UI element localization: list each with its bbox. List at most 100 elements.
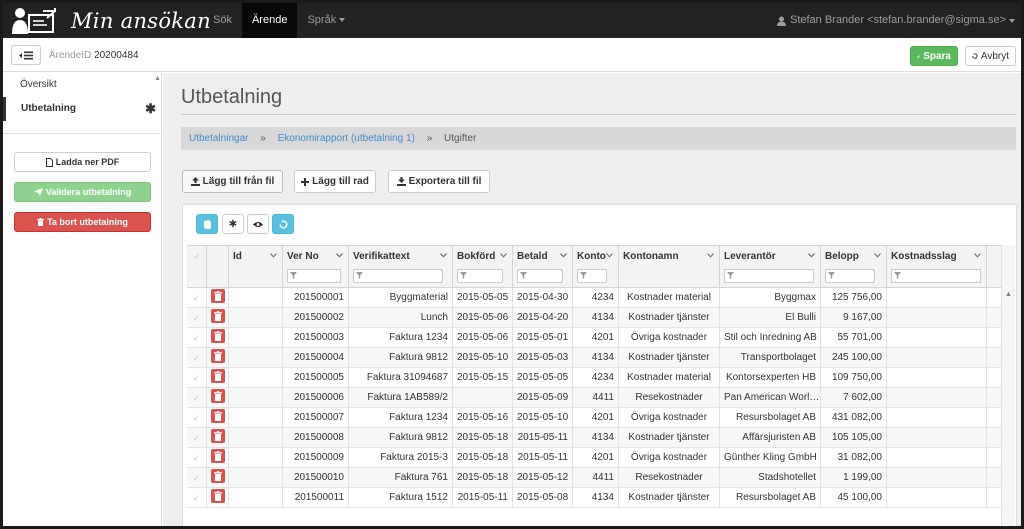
column-header-label[interactable]: Kostnadsslag — [891, 251, 957, 262]
table-cell[interactable]: Resekostnader — [619, 468, 720, 488]
table-cell[interactable]: 2015-05-10 — [453, 348, 513, 368]
table-cell[interactable]: 201500007 — [283, 408, 349, 428]
breadcrumb-link-ekonomirapport[interactable]: Ekonomirapport (utbetalning 1) — [278, 133, 415, 144]
row-checkbox[interactable]: ✓ — [187, 288, 207, 308]
column-filter-input[interactable] — [517, 269, 563, 283]
table-cell[interactable] — [229, 308, 283, 328]
chevron-down-icon[interactable] — [440, 251, 447, 260]
column-header-label[interactable]: Bokförd — [457, 251, 495, 262]
nav-sok[interactable]: Sök — [203, 3, 242, 38]
table-cell[interactable]: 431 082,00 — [821, 408, 887, 428]
table-cell[interactable]: 105 105,00 — [821, 428, 887, 448]
table-row[interactable]: ✓ 201500005 Faktura 31094687 2015-05-15 2015… — [187, 368, 1001, 388]
table-cell[interactable]: 201500006 — [283, 388, 349, 408]
table-cell[interactable]: Stil och Inredning AB — [720, 328, 821, 348]
table-cell[interactable] — [229, 408, 283, 428]
table-cell[interactable] — [229, 468, 283, 488]
table-cell[interactable]: 4234 — [573, 288, 619, 308]
table-cell[interactable] — [887, 308, 987, 328]
trash-icon[interactable] — [210, 349, 225, 364]
table-cell[interactable]: Resursbolaget AB — [720, 408, 821, 428]
table-cell[interactable]: El Bulli — [720, 308, 821, 328]
table-cell[interactable]: 201500005 — [283, 368, 349, 388]
column-filter-input[interactable] — [457, 269, 503, 283]
delete-row-button[interactable] — [207, 348, 229, 368]
row-checkbox[interactable]: ✓ — [187, 308, 207, 328]
export-to-file-button[interactable]: Exportera till fil — [388, 170, 490, 193]
column-filter-input[interactable] — [353, 269, 443, 283]
column-header-label[interactable]: Kontonamn — [623, 251, 679, 262]
table-cell[interactable]: 245 100,00 — [821, 348, 887, 368]
chevron-down-icon[interactable] — [606, 251, 613, 260]
table-row[interactable]: ✓ 201500008 Faktura 9812 2015-05-18 2015-05-… — [187, 428, 1001, 448]
sidebar-toggle-button[interactable] — [11, 45, 41, 65]
delete-row-button[interactable] — [207, 428, 229, 448]
table-cell[interactable]: Günther Kling GmbH — [720, 448, 821, 468]
table-cell[interactable]: 2015-05-03 — [513, 348, 573, 368]
row-checkbox[interactable]: ✓ — [187, 368, 207, 388]
trash-icon[interactable] — [210, 469, 225, 484]
table-cell[interactable]: 2015-05-05 — [513, 368, 573, 388]
table-cell[interactable]: 55 701,00 — [821, 328, 887, 348]
column-filter-input[interactable] — [891, 269, 981, 283]
delete-row-button[interactable] — [207, 468, 229, 488]
row-checkbox[interactable]: ✓ — [187, 388, 207, 408]
table-cell[interactable]: Övriga kostnader — [619, 328, 720, 348]
table-cell[interactable]: Resekostnader — [619, 388, 720, 408]
table-row[interactable]: ✓ 201500001 Byggmaterial 2015-05-05 2015-04-… — [187, 288, 1001, 308]
table-cell[interactable]: 201500009 — [283, 448, 349, 468]
table-cell[interactable]: 2015-05-18 — [453, 468, 513, 488]
delete-row-button[interactable] — [207, 448, 229, 468]
sidebar-item-oversikt[interactable]: Översikt — [3, 73, 161, 97]
table-cell[interactable]: 2015-04-30 — [513, 288, 573, 308]
table-cell[interactable]: Faktura 9812 — [349, 348, 453, 368]
grid-reset-button[interactable] — [272, 214, 294, 234]
table-row[interactable]: ✓ 201500003 Faktura 1234 2015-05-06 2015-05-… — [187, 328, 1001, 348]
column-header-label[interactable]: Leverantör — [724, 251, 776, 262]
table-cell[interactable]: Pan American Worl… — [720, 388, 821, 408]
table-cell[interactable]: 2015-05-15 — [453, 368, 513, 388]
column-header-label[interactable]: Betald — [517, 251, 548, 262]
table-cell[interactable] — [229, 388, 283, 408]
table-cell[interactable]: Kostnader tjänster — [619, 428, 720, 448]
table-cell[interactable]: 201500008 — [283, 428, 349, 448]
column-filter-input[interactable] — [724, 269, 814, 283]
column-header-label[interactable]: Verifikattext — [353, 251, 410, 262]
table-cell[interactable]: 2015-05-18 — [453, 448, 513, 468]
vertical-scrollbar[interactable]: ▲ — [1001, 245, 1015, 525]
table-cell[interactable]: Faktura 31094687 — [349, 368, 453, 388]
table-cell[interactable]: 4201 — [573, 448, 619, 468]
table-cell[interactable]: Kostnader tjänster — [619, 308, 720, 328]
table-cell[interactable]: 4201 — [573, 408, 619, 428]
table-cell[interactable]: 2015-05-11 — [453, 488, 513, 508]
table-cell[interactable]: 4234 — [573, 368, 619, 388]
row-checkbox[interactable]: ✓ — [187, 448, 207, 468]
add-row-button[interactable]: Lägg till rad — [294, 170, 376, 193]
trash-icon[interactable] — [210, 309, 225, 324]
delete-row-button[interactable] — [207, 408, 229, 428]
table-cell[interactable]: 2015-05-12 — [513, 468, 573, 488]
table-cell[interactable] — [229, 348, 283, 368]
grid-visibility-button[interactable] — [247, 214, 269, 234]
breadcrumb-link-utbetalningar[interactable]: Utbetalningar — [189, 133, 248, 144]
table-cell[interactable]: Transportbolaget — [720, 348, 821, 368]
trash-icon[interactable] — [210, 389, 225, 404]
table-cell[interactable] — [453, 388, 513, 408]
grid-info-button[interactable] — [196, 214, 218, 234]
table-cell[interactable] — [887, 488, 987, 508]
chevron-down-icon[interactable] — [270, 251, 277, 260]
row-checkbox[interactable]: ✓ — [187, 488, 207, 508]
table-cell[interactable] — [229, 368, 283, 388]
table-cell[interactable]: Resursbolaget AB — [720, 488, 821, 508]
column-header-label[interactable]: Konto — [577, 251, 606, 262]
chevron-down-icon[interactable] — [500, 251, 507, 260]
column-filter-input[interactable] — [287, 269, 341, 283]
scroll-up-icon[interactable]: ▲ — [1005, 291, 1012, 298]
trash-icon[interactable] — [210, 449, 225, 464]
table-cell[interactable]: 2015-05-06 — [453, 328, 513, 348]
table-cell[interactable] — [887, 408, 987, 428]
table-cell[interactable]: Övriga kostnader — [619, 448, 720, 468]
table-cell[interactable]: Byggmaterial — [349, 288, 453, 308]
table-cell[interactable]: 201500011 — [283, 488, 349, 508]
table-cell[interactable] — [229, 428, 283, 448]
